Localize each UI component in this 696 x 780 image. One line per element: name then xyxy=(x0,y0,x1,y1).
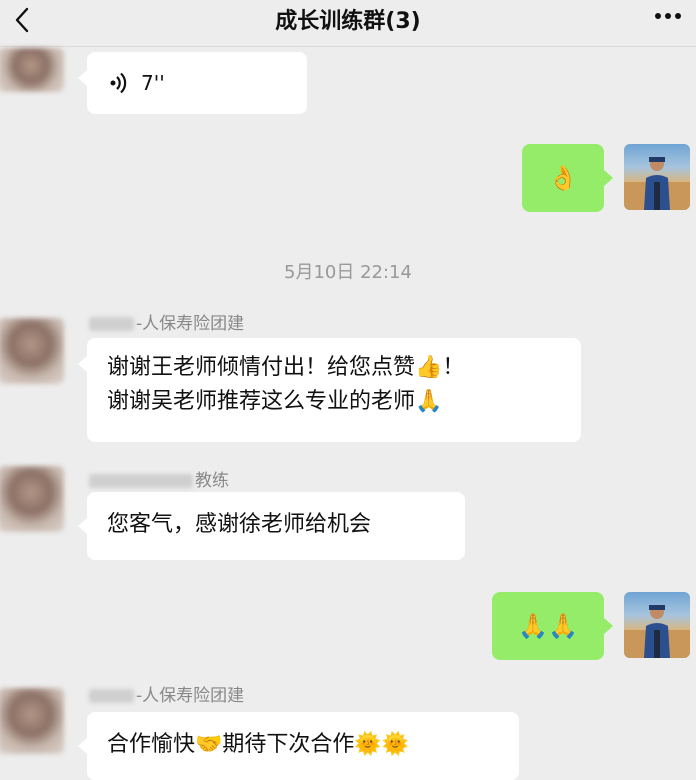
incoming-message-bubble[interactable]: 您客气，感谢徐老师给机会 xyxy=(87,492,465,560)
voice-duration: 7'' xyxy=(141,71,165,95)
message-text-line: 谢谢吴老师推荐这么专业的老师🙏 xyxy=(107,389,443,414)
message-text: 👌 xyxy=(548,164,578,192)
avatar[interactable] xyxy=(0,318,64,384)
message-text: 🙏🙏 xyxy=(518,612,578,640)
message-text-line: 谢谢王老师倾情付出！给您点赞👍！ xyxy=(107,355,465,380)
incoming-message-bubble[interactable]: 合作愉快🤝期待下次合作🌞🌞 xyxy=(87,712,519,780)
avatar[interactable] xyxy=(0,688,64,754)
sender-name: 教练 xyxy=(89,466,229,491)
message-timestamp: 5月10日 22:14 xyxy=(284,262,412,283)
sender-name: -人保寿险团建 xyxy=(89,309,244,334)
message-text: 合作愉快🤝期待下次合作🌞🌞 xyxy=(107,732,410,757)
avatar[interactable] xyxy=(0,466,64,532)
avatar[interactable] xyxy=(0,48,64,92)
more-icon xyxy=(655,13,681,19)
chat-title: 成长训练群(3) xyxy=(275,9,421,34)
incoming-message-bubble[interactable]: 谢谢王老师倾情付出！给您点赞👍！ 谢谢吴老师推荐这么专业的老师🙏 xyxy=(87,338,581,442)
chat-header: 成长训练群(3) xyxy=(0,0,696,47)
my-avatar[interactable] xyxy=(624,144,690,210)
outgoing-message-bubble[interactable]: 🙏🙏 xyxy=(492,592,604,660)
outgoing-message-bubble[interactable]: 👌 xyxy=(522,144,604,212)
more-options-button[interactable] xyxy=(640,0,696,32)
profile-photo-icon xyxy=(624,605,690,658)
voice-message-bubble[interactable]: 7'' xyxy=(87,52,307,114)
my-avatar[interactable] xyxy=(624,592,690,658)
voice-icon xyxy=(110,72,127,94)
sender-name: -人保寿险团建 xyxy=(89,681,244,706)
profile-photo-icon xyxy=(624,157,690,210)
message-text: 您客气，感谢徐老师给机会 xyxy=(107,512,372,537)
